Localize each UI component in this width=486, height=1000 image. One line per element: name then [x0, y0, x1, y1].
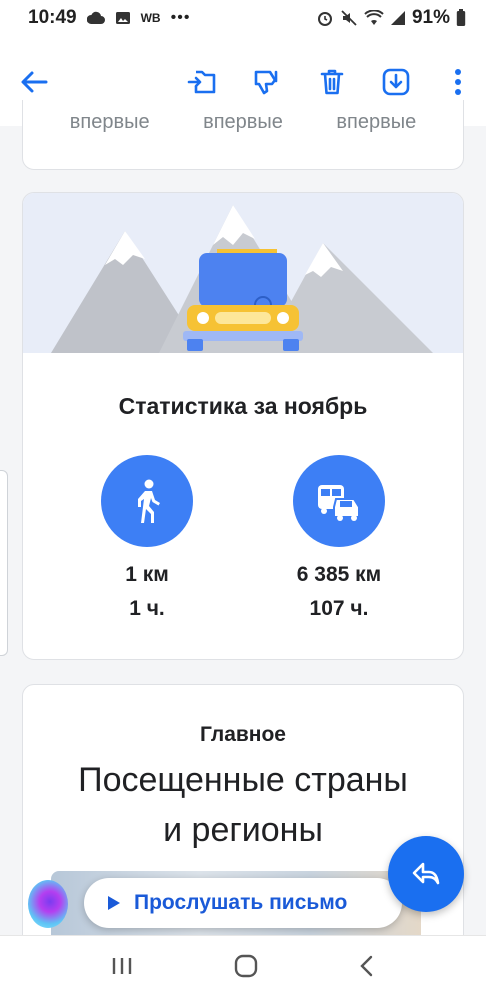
delete-icon [320, 69, 344, 95]
section-title: Посещенные страны и регионы [43, 755, 443, 855]
listen-letter-button[interactable]: Прослушать письмо [84, 878, 402, 928]
home-button[interactable] [234, 954, 258, 983]
transport-distance: 6 385 км [296, 563, 382, 586]
system-back-button[interactable] [359, 955, 375, 982]
first-visit-card: впервые впервые впервые [22, 100, 464, 170]
transport-stat-circle [293, 455, 385, 547]
bus-car-icon [318, 485, 360, 521]
signal-icon [390, 10, 406, 26]
status-bar: 10:49 WB ••• 91% [0, 0, 486, 36]
walking-distance: 1 км [125, 563, 169, 586]
section-title-line: и регионы [163, 811, 323, 849]
car-mountains-illustration [23, 193, 463, 353]
section-label: Главное [200, 723, 286, 746]
monthly-stats-card: Статистика за ноябрь 1 км 1 ч. 6 385 км … [22, 192, 464, 660]
more-notifications-icon: ••• [170, 9, 191, 26]
walking-stat-circle [101, 455, 193, 547]
listen-letter-label: Прослушать письмо [134, 891, 348, 914]
cloud-icon [86, 11, 105, 25]
play-icon [108, 896, 120, 910]
move-to-folder-icon [187, 70, 216, 94]
home-icon [234, 954, 258, 977]
reply-button[interactable] [388, 836, 464, 912]
stats-title: Статистика за ноябрь [118, 393, 368, 419]
battery-percent: 91% [411, 7, 450, 28]
more-vertical-icon [455, 69, 461, 95]
wifi-icon [364, 10, 384, 26]
dislike-button[interactable] [246, 62, 286, 102]
recent-apps-button[interactable] [111, 956, 133, 981]
walking-person-icon [138, 479, 160, 523]
reply-icon [412, 862, 440, 885]
delete-button[interactable] [312, 62, 352, 102]
clock: 10:49 [28, 7, 77, 28]
section-title-line: Посещенные страны [78, 761, 408, 799]
back-button[interactable] [14, 62, 54, 102]
chevron-left-icon [360, 955, 373, 976]
first-visit-labels: впервые впервые впервые [23, 111, 463, 134]
first-visit-label: впервые [69, 111, 150, 133]
more-button[interactable] [438, 62, 478, 102]
download-icon [382, 68, 410, 96]
first-visit-label: впервые [203, 111, 283, 133]
system-navigation-bar [0, 935, 486, 1000]
walking-time: 1 ч. [129, 597, 165, 620]
battery-icon [456, 9, 466, 27]
image-icon [115, 10, 131, 26]
download-button[interactable] [376, 62, 416, 102]
alarm-icon [316, 9, 334, 27]
transport-time: 107 ч. [309, 597, 369, 620]
recent-apps-icon [112, 957, 131, 974]
assistant-orb[interactable] [28, 880, 68, 928]
move-to-folder-button[interactable] [182, 62, 222, 102]
carrier-badge: WB [140, 11, 161, 25]
mail-body[interactable]: впервые впервые впервые Статистика за но… [0, 100, 486, 935]
edge-panel-handle[interactable] [0, 470, 8, 656]
back-arrow-icon [21, 71, 48, 93]
dislike-icon [254, 70, 278, 95]
first-visit-label: впервые [336, 111, 417, 133]
mute-icon [340, 9, 358, 27]
